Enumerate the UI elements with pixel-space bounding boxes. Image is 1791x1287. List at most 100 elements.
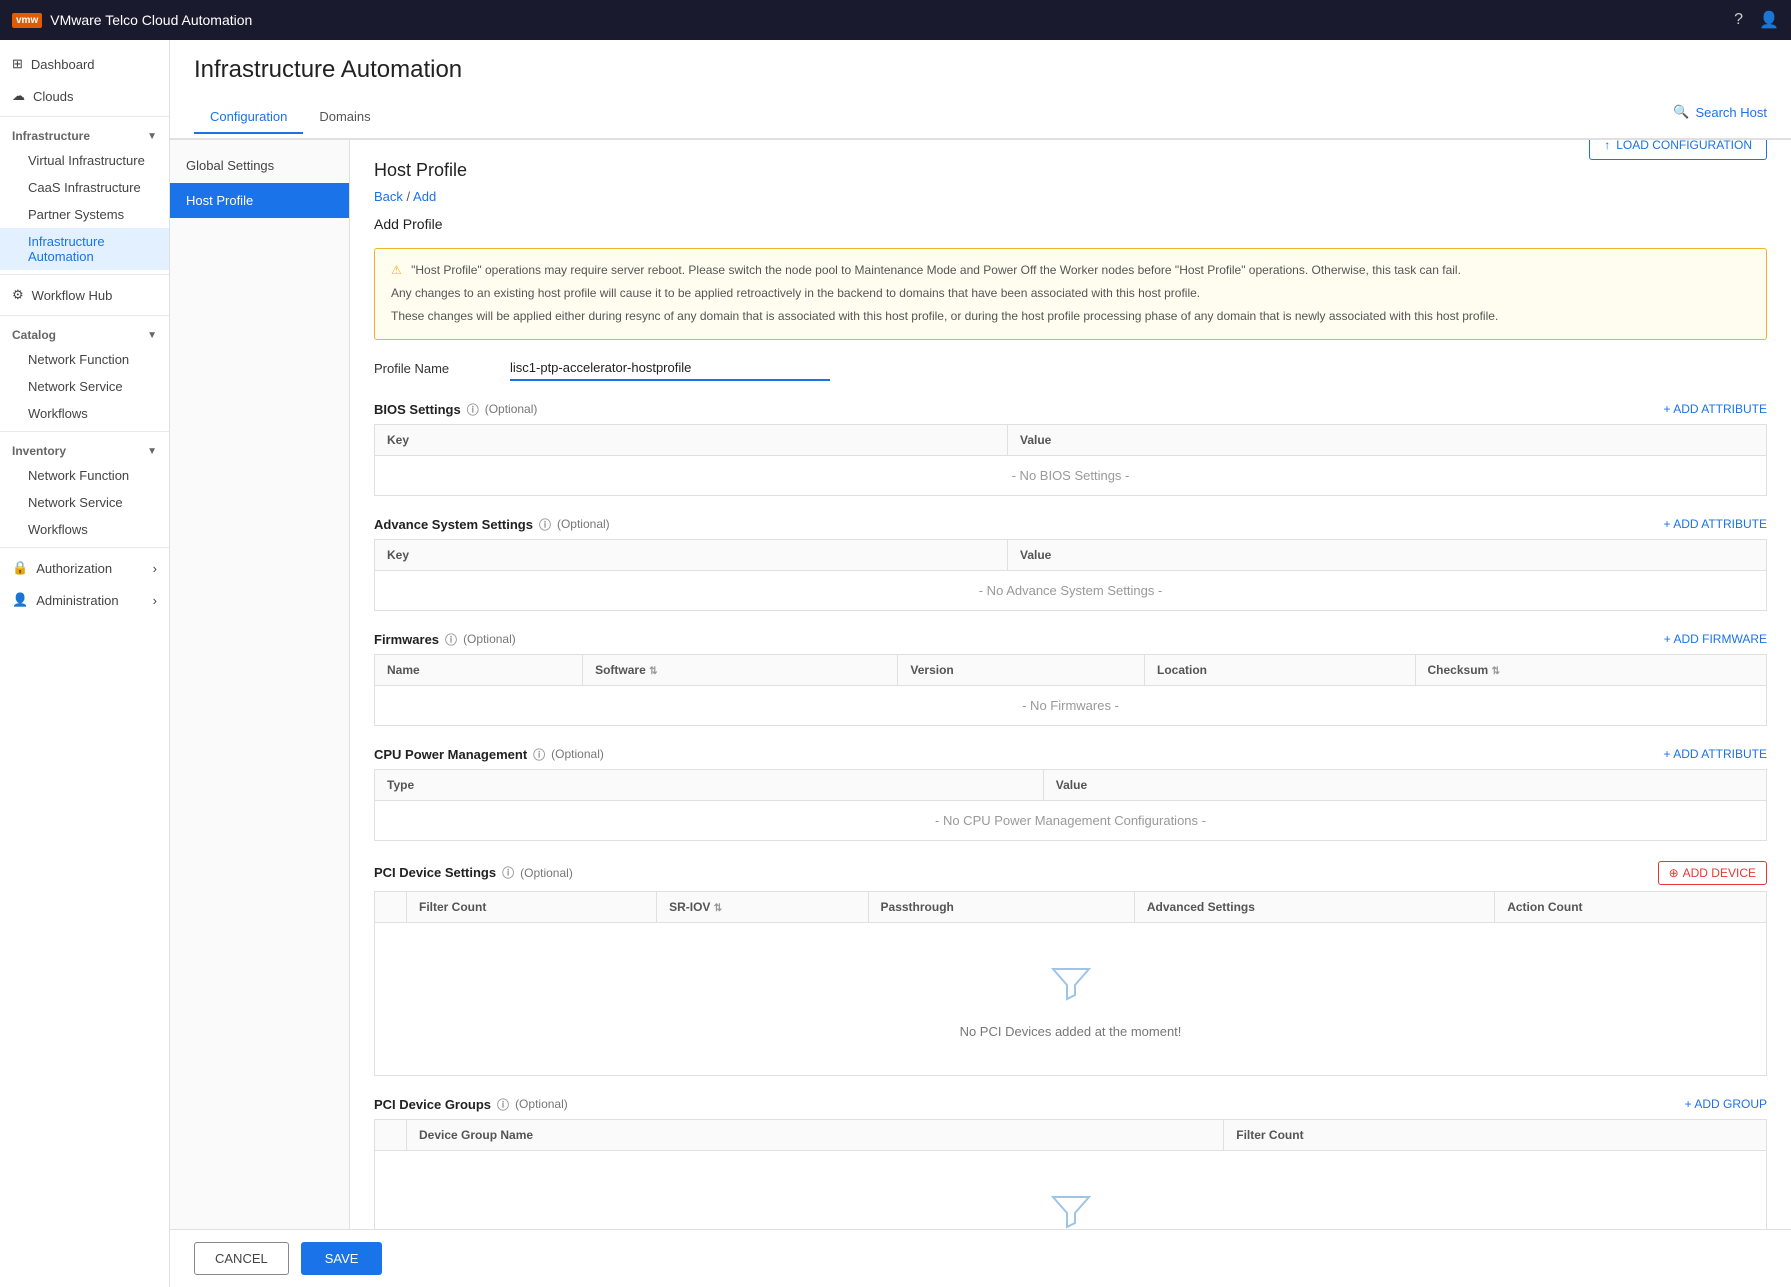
sidebar-section-inventory[interactable]: Inventory ▼	[0, 436, 169, 462]
left-panel: Global Settings Host Profile	[170, 140, 350, 1229]
content-area: Infrastructure Automation Configuration …	[170, 40, 1791, 1287]
load-config-button[interactable]: ↑ LOAD CONFIGURATION	[1589, 140, 1767, 160]
breadcrumb-back[interactable]: Back	[374, 189, 403, 204]
sidebar-divider-2	[0, 274, 169, 275]
sidebar-item-catalog-network-function[interactable]: Network Function	[0, 346, 169, 373]
pci-add-group-button[interactable]: + ADD GROUP	[1685, 1097, 1767, 1111]
save-button[interactable]: SAVE	[301, 1242, 383, 1275]
left-panel-host-profile[interactable]: Host Profile	[170, 183, 349, 218]
pci-device-header: PCI Device Settings ⓘ (Optional) ⊕ ADD D…	[374, 861, 1767, 885]
pci-groups-title: PCI Device Groups ⓘ (Optional)	[374, 1096, 568, 1113]
cpu-power-table: Type Value - No CPU Power Management Con…	[374, 769, 1767, 841]
sidebar-item-catalog-workflows[interactable]: Workflows	[0, 400, 169, 427]
firmwares-optional-tag: (Optional)	[463, 632, 516, 646]
funnel-icon	[1047, 959, 1095, 1016]
authorization-icon: 🔒	[12, 560, 28, 576]
topbar: vmw VMware Telco Cloud Automation ? 👤	[0, 0, 1791, 40]
pci-groups-empty-state-content: No PCI Groups added at the moment!	[387, 1163, 1754, 1229]
sidebar-item-infra-automation[interactable]: Infrastructure Automation	[0, 228, 169, 270]
bios-empty-row: - No BIOS Settings -	[375, 455, 1767, 495]
user-icon[interactable]: 👤	[1759, 10, 1779, 30]
search-host-label: Search Host	[1695, 105, 1767, 120]
sidebar-section-catalog[interactable]: Catalog ▼	[0, 320, 169, 346]
pci-col-passthrough: Passthrough	[868, 891, 1134, 922]
sidebar-item-catalog-network-service[interactable]: Network Service	[0, 373, 169, 400]
sidebar-item-virtual-infra[interactable]: Virtual Infrastructure	[0, 147, 169, 174]
left-panel-global-settings[interactable]: Global Settings	[170, 148, 349, 183]
firmwares-header: Firmwares ⓘ (Optional) + ADD FIRMWARE	[374, 631, 1767, 648]
sidebar-item-clouds[interactable]: ☁ Clouds	[0, 80, 169, 112]
app-title: VMware Telco Cloud Automation	[50, 12, 252, 28]
pci-groups-header: PCI Device Groups ⓘ (Optional) + ADD GRO…	[374, 1096, 1767, 1113]
pci-add-icon: ⊕	[1669, 866, 1679, 880]
firmwares-empty-row: - No Firmwares -	[375, 685, 1767, 725]
pci-sriov-sort[interactable]: ⇅	[714, 903, 722, 914]
pci-groups-title-text: PCI Device Groups	[374, 1097, 491, 1112]
sidebar-section-infrastructure[interactable]: Infrastructure ▼	[0, 121, 169, 147]
sidebar-item-authorization[interactable]: 🔒 Authorization ›	[0, 552, 169, 584]
catalog-label: Catalog	[12, 328, 56, 342]
firmware-software-sort[interactable]: ⇅	[649, 666, 657, 677]
firmwares-info-icon[interactable]: ⓘ	[445, 631, 457, 648]
advance-empty-row: - No Advance System Settings -	[375, 570, 1767, 610]
sidebar-item-inventory-network-service[interactable]: Network Service	[0, 489, 169, 516]
pci-groups-empty-row: No PCI Groups added at the moment!	[375, 1150, 1767, 1229]
pci-groups-col-filter-count: Filter Count	[1224, 1119, 1767, 1150]
load-config-label: LOAD CONFIGURATION	[1616, 140, 1752, 152]
warning-text-1: "Host Profile" operations may require se…	[411, 263, 1461, 277]
tab-domains[interactable]: Domains	[303, 101, 386, 134]
search-icon: 🔍	[1673, 104, 1689, 120]
sidebar-item-caas-infra[interactable]: CaaS Infrastructure	[0, 174, 169, 201]
advance-settings-header: Advance System Settings ⓘ (Optional) + A…	[374, 516, 1767, 533]
sidebar-item-inventory-network-function[interactable]: Network Function	[0, 462, 169, 489]
sidebar-item-workflow-hub[interactable]: ⚙ Workflow Hub	[0, 279, 169, 311]
advance-info-icon[interactable]: ⓘ	[539, 516, 551, 533]
sidebar-item-dashboard[interactable]: ⊞ Dashboard	[0, 48, 169, 80]
firmwares-add-button[interactable]: + ADD FIRMWARE	[1664, 632, 1767, 646]
search-host-button[interactable]: 🔍 Search Host	[1673, 104, 1767, 130]
cpu-power-header: CPU Power Management ⓘ (Optional) + ADD …	[374, 746, 1767, 763]
main-form: Host Profile Back / Add Add Profile ↑ LO…	[350, 140, 1791, 1229]
warning-line-3: These changes will be applied either dur…	[391, 307, 1750, 326]
cancel-button[interactable]: CANCEL	[194, 1242, 289, 1275]
bios-settings-table: Key Value - No BIOS Settings -	[374, 424, 1767, 496]
pci-col-sriov: SR-IOV ⇅	[657, 891, 868, 922]
breadcrumb-add[interactable]: Add	[413, 189, 436, 204]
catalog-chevron: ▼	[147, 330, 157, 341]
advance-add-attribute-button[interactable]: + ADD ATTRIBUTE	[1664, 517, 1767, 531]
infrastructure-chevron: ▼	[147, 131, 157, 142]
bios-col-value: Value	[1008, 424, 1767, 455]
cpu-power-add-button[interactable]: + ADD ATTRIBUTE	[1664, 747, 1767, 761]
page-header: Infrastructure Automation Configuration …	[170, 40, 1791, 140]
bios-optional-tag: (Optional)	[485, 402, 538, 416]
sidebar-divider-1	[0, 116, 169, 117]
firmwares-empty-msg: - No Firmwares -	[375, 685, 1767, 725]
pci-empty-msg: No PCI Devices added at the moment!	[960, 1024, 1182, 1039]
sidebar-divider-5	[0, 547, 169, 548]
tab-configuration[interactable]: Configuration	[194, 101, 303, 134]
warning-line-1: ⚠ "Host Profile" operations may require …	[391, 261, 1750, 280]
cpu-power-info-icon[interactable]: ⓘ	[533, 746, 545, 763]
bios-add-attribute-button[interactable]: + ADD ATTRIBUTE	[1664, 402, 1767, 416]
firmware-checksum-sort[interactable]: ⇅	[1492, 666, 1500, 677]
bios-col-key: Key	[375, 424, 1008, 455]
bios-title-text: BIOS Settings	[374, 402, 461, 417]
warning-icon: ⚠	[391, 263, 402, 277]
page-title: Infrastructure Automation	[194, 56, 1767, 84]
pci-add-device-button[interactable]: ⊕ ADD DEVICE	[1658, 861, 1767, 885]
cpu-power-title: CPU Power Management ⓘ (Optional)	[374, 746, 604, 763]
infrastructure-label: Infrastructure	[12, 129, 90, 143]
help-icon[interactable]: ?	[1734, 11, 1743, 29]
pci-device-info-icon[interactable]: ⓘ	[502, 864, 514, 881]
pci-groups-info-icon[interactable]: ⓘ	[497, 1096, 509, 1113]
sidebar-item-administration[interactable]: 👤 Administration ›	[0, 584, 169, 616]
sidebar-item-partner-systems[interactable]: Partner Systems	[0, 201, 169, 228]
upload-icon: ↑	[1604, 140, 1610, 152]
host-profile-section-title: Host Profile Back / Add Add Profile	[374, 160, 467, 242]
sidebar-item-inventory-workflows[interactable]: Workflows	[0, 516, 169, 543]
profile-name-input[interactable]	[510, 356, 830, 381]
sidebar: ⊞ Dashboard ☁ Clouds Infrastructure ▼ Vi…	[0, 40, 170, 1287]
topbar-icons: ? 👤	[1734, 10, 1779, 30]
bios-info-icon[interactable]: ⓘ	[467, 401, 479, 418]
pci-device-empty-state: No PCI Devices added at the moment!	[375, 922, 1767, 1075]
